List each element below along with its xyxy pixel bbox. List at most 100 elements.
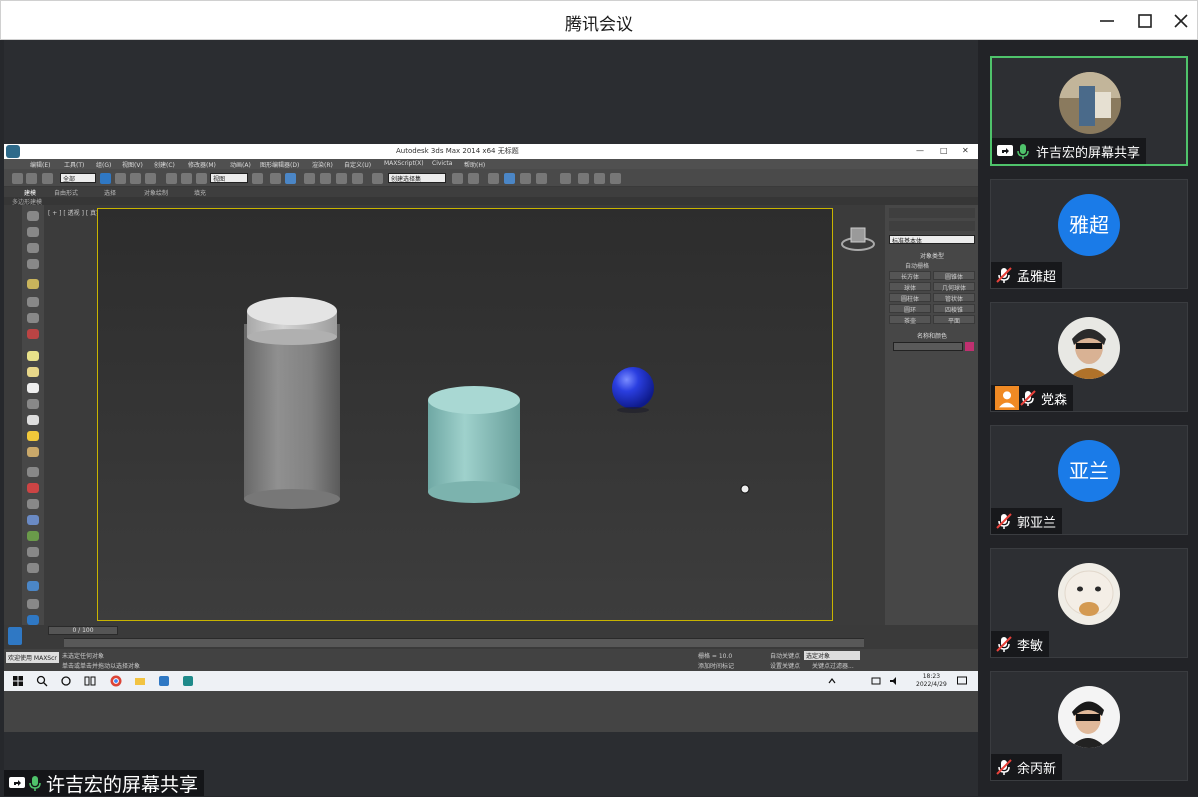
- schematic-view-icon[interactable]: [536, 173, 547, 184]
- max-maximize-icon[interactable]: □: [940, 146, 948, 155]
- tool-icon[interactable]: [27, 467, 39, 477]
- task-view-icon[interactable]: [84, 675, 96, 687]
- menu-item[interactable]: 自定义(U): [344, 160, 371, 169]
- tool-icon[interactable]: [27, 431, 39, 441]
- autogrid-checkbox[interactable]: 自动栅格: [905, 261, 929, 270]
- select-object-icon[interactable]: [100, 173, 111, 184]
- tool-icon[interactable]: [27, 279, 39, 289]
- tool-icon[interactable]: [27, 259, 39, 269]
- tool-icon[interactable]: [27, 547, 39, 557]
- menu-item[interactable]: 视图(V): [122, 160, 143, 169]
- ribbon-icon[interactable]: [504, 173, 515, 184]
- key-filters-button[interactable]: 关键点过滤器...: [812, 661, 854, 670]
- pyramid-button[interactable]: 四棱锥: [933, 304, 975, 314]
- perspective-viewport[interactable]: [97, 208, 833, 621]
- tool-icon[interactable]: [27, 297, 39, 307]
- menu-item[interactable]: 图形编辑器(D): [260, 160, 299, 169]
- menu-item[interactable]: 组(G): [96, 160, 111, 169]
- percent-snap-icon[interactable]: [336, 173, 347, 184]
- participant-card[interactable]: 李敏: [990, 548, 1188, 658]
- tool-icon[interactable]: [27, 483, 39, 493]
- 3ds-max-taskbar-icon[interactable]: [182, 675, 194, 687]
- tool-icon[interactable]: [27, 499, 39, 509]
- participant-card[interactable]: 雅超 孟雅超: [990, 179, 1188, 289]
- box-button[interactable]: 长方体: [889, 271, 931, 281]
- tool-icon[interactable]: [27, 399, 39, 409]
- participant-card[interactable]: 余丙新: [990, 671, 1188, 781]
- tool-icon[interactable]: [27, 313, 39, 323]
- tool-icon[interactable]: [27, 329, 39, 339]
- participant-card[interactable]: 许吉宏的屏幕共享: [990, 56, 1188, 166]
- teapot-button[interactable]: 茶壶: [889, 315, 931, 325]
- named-selection-dropdown[interactable]: 创建选择集: [388, 173, 446, 183]
- ribbon-tab[interactable]: 自由形式: [54, 188, 78, 197]
- menu-item[interactable]: 修改器(M): [188, 160, 216, 169]
- menu-item[interactable]: Civicta: [432, 160, 452, 167]
- object-color-swatch[interactable]: [965, 342, 974, 351]
- notification-icon[interactable]: [956, 675, 968, 687]
- create-category-icons[interactable]: [889, 221, 975, 231]
- material-editor-icon[interactable]: [560, 173, 571, 184]
- render-setup-icon[interactable]: [578, 173, 589, 184]
- add-time-tag[interactable]: 添加时间标记: [698, 661, 734, 670]
- sphere-button[interactable]: 球体: [889, 282, 931, 292]
- volume-icon[interactable]: [888, 675, 900, 687]
- key-selected-dropdown[interactable]: 选定对象: [804, 651, 860, 660]
- snap-icon[interactable]: [304, 173, 315, 184]
- tool-icon[interactable]: [27, 447, 39, 457]
- set-key-button[interactable]: 设置关键点: [770, 661, 800, 670]
- rotate-icon[interactable]: [181, 173, 192, 184]
- participant-card[interactable]: 亚兰 郭亚兰: [990, 425, 1188, 535]
- tool-icon[interactable]: [27, 515, 39, 525]
- rect-select-icon[interactable]: [130, 173, 141, 184]
- menu-item[interactable]: 创建(C): [154, 160, 175, 169]
- plane-button[interactable]: 平面: [933, 315, 975, 325]
- bind-icon[interactable]: [42, 173, 53, 184]
- keyboard-shortcut-icon[interactable]: [285, 173, 296, 184]
- cylinder-button[interactable]: 圆柱体: [889, 293, 931, 303]
- menu-item[interactable]: 帮助(H): [464, 160, 485, 169]
- tool-icon[interactable]: [27, 415, 39, 425]
- geosphere-button[interactable]: 几何球体: [933, 282, 975, 292]
- select-by-name-icon[interactable]: [115, 173, 126, 184]
- chrome-icon[interactable]: [110, 675, 122, 687]
- torus-button[interactable]: 圆环: [889, 304, 931, 314]
- tool-icon[interactable]: [27, 531, 39, 541]
- tube-button[interactable]: 管状体: [933, 293, 975, 303]
- tool-icon[interactable]: [27, 581, 39, 591]
- ribbon-tab[interactable]: 建模: [24, 188, 36, 197]
- windows-start-icon[interactable]: [12, 675, 24, 687]
- menu-item[interactable]: MAXScript(X): [384, 160, 424, 167]
- link-icon[interactable]: [12, 173, 23, 184]
- tool-icon[interactable]: [27, 563, 39, 573]
- tool-icon[interactable]: [27, 367, 39, 377]
- spinner-snap-icon[interactable]: [352, 173, 363, 184]
- window-crossing-icon[interactable]: [145, 173, 156, 184]
- object-name-input[interactable]: [893, 342, 963, 351]
- maxscript-listener[interactable]: 欢迎使用 MAXScr: [6, 652, 59, 663]
- tencent-meeting-icon[interactable]: [158, 675, 170, 687]
- tool-icon[interactable]: [27, 243, 39, 253]
- ribbon-tab[interactable]: 填充: [194, 188, 206, 197]
- tool-icon[interactable]: [27, 383, 39, 393]
- pivot-icon[interactable]: [252, 173, 263, 184]
- reference-coord-dropdown[interactable]: 视图: [210, 173, 248, 183]
- scale-icon[interactable]: [196, 173, 207, 184]
- maximize-icon[interactable]: [1135, 11, 1155, 31]
- edit-named-sel-icon[interactable]: [372, 173, 383, 184]
- close-icon[interactable]: [1171, 11, 1191, 31]
- primitive-type-dropdown[interactable]: 标准基本体: [889, 235, 975, 245]
- tool-icon[interactable]: [27, 211, 39, 221]
- menu-item[interactable]: 编辑(E): [30, 160, 50, 169]
- cone-button[interactable]: 圆锥体: [933, 271, 975, 281]
- mirror-icon[interactable]: [452, 173, 463, 184]
- cortana-icon[interactable]: [60, 675, 72, 687]
- tool-icon[interactable]: [27, 227, 39, 237]
- file-explorer-icon[interactable]: [134, 675, 146, 687]
- layer-manager-icon[interactable]: [488, 173, 499, 184]
- move-icon[interactable]: [166, 173, 177, 184]
- ribbon-tab[interactable]: 对象绘制: [144, 188, 168, 197]
- track-bar[interactable]: [64, 638, 864, 647]
- participant-card[interactable]: 党森: [990, 302, 1188, 412]
- select-manipulate-icon[interactable]: [270, 173, 281, 184]
